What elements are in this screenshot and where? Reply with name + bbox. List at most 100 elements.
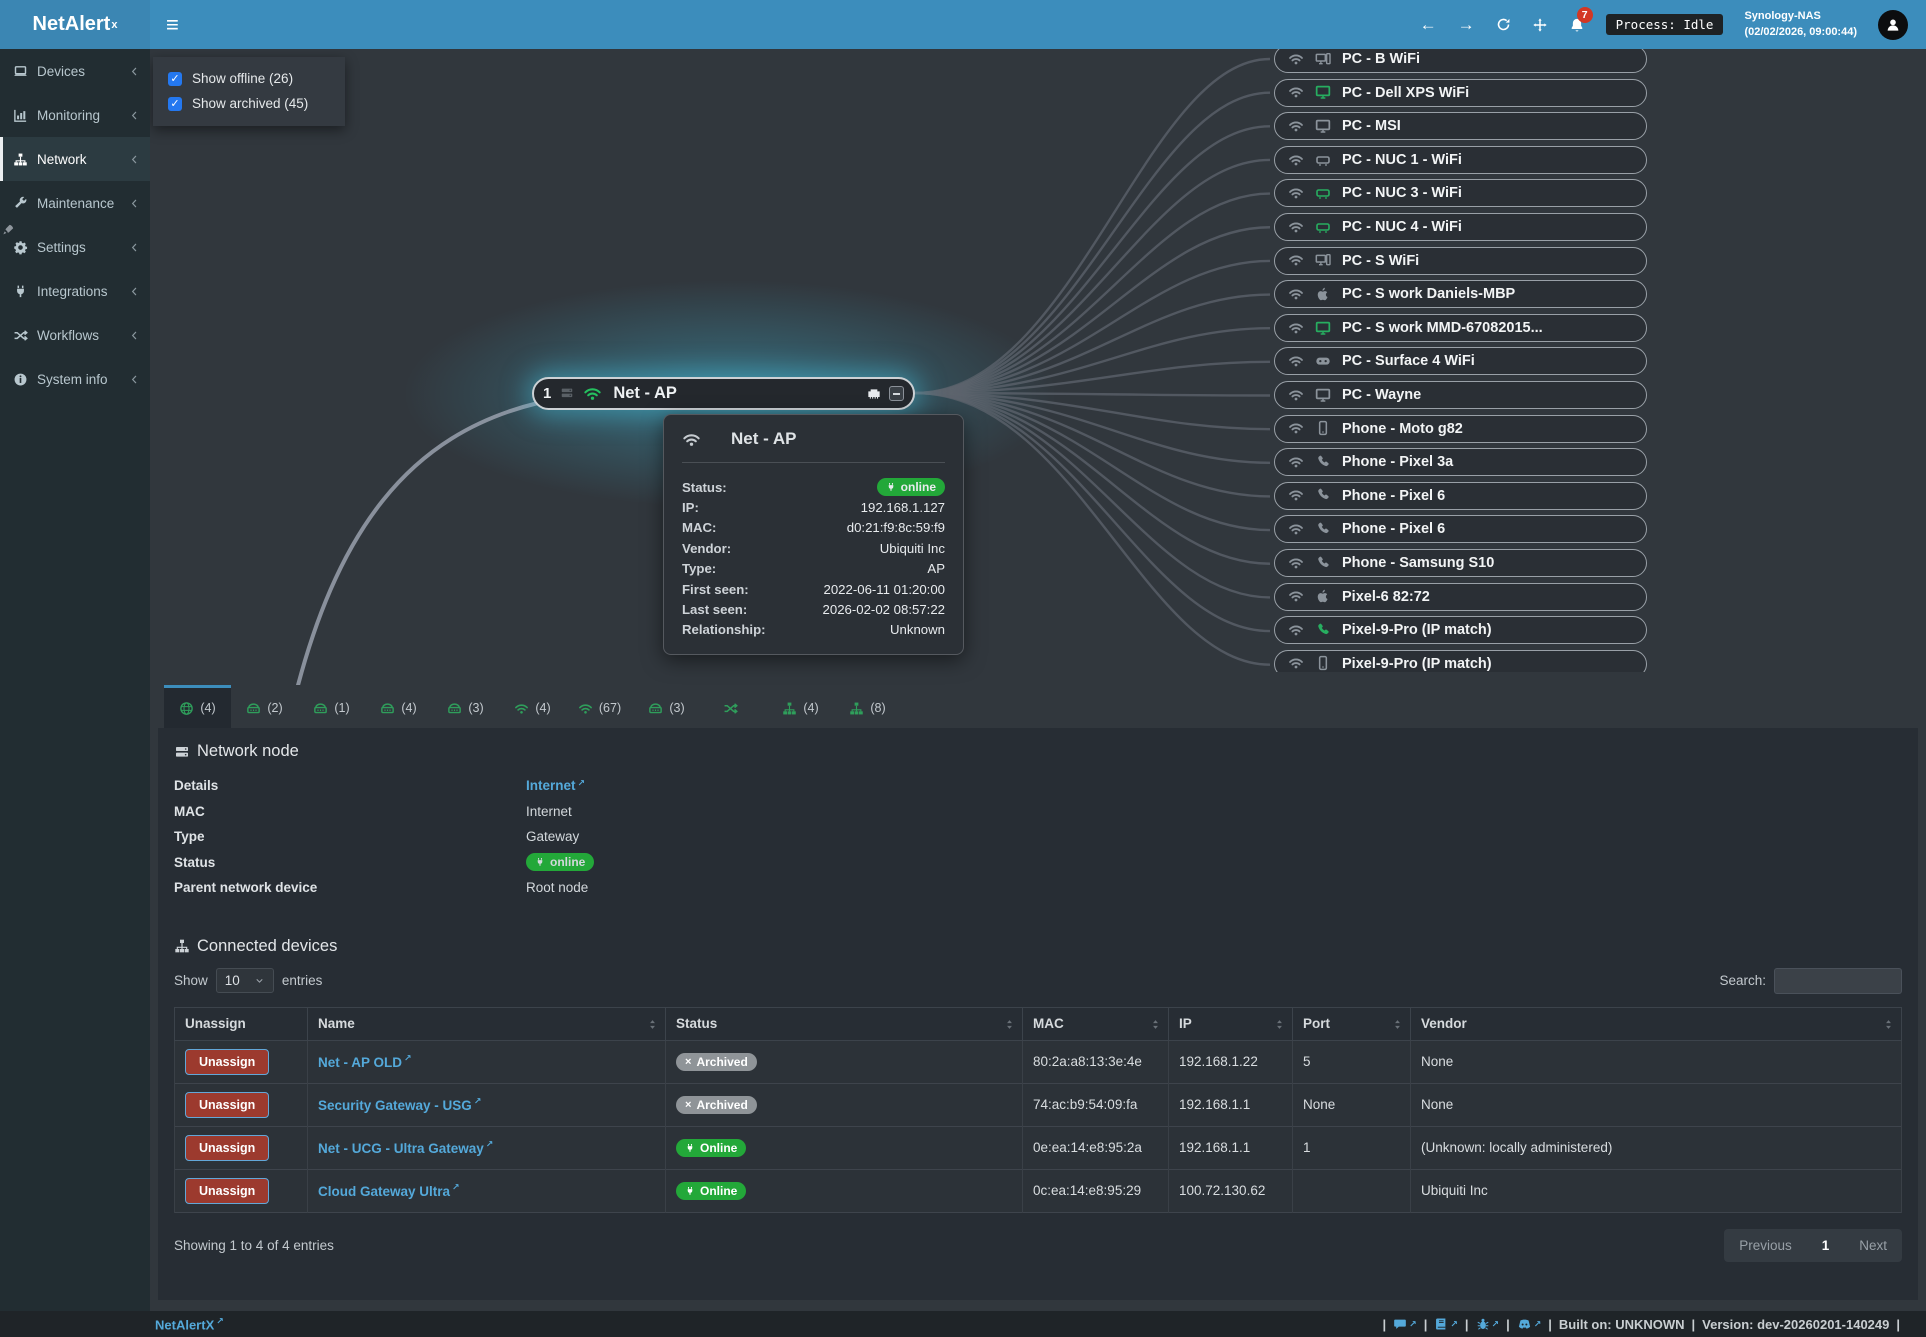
device-node[interactable]: PC - S work MMD-67082015... — [1274, 314, 1647, 342]
device-name: Phone - Samsung S10 — [1342, 555, 1494, 571]
device-node[interactable]: PC - NUC 4 - WiFi — [1274, 213, 1647, 241]
device-link[interactable]: Security Gateway - USG↗ — [318, 1098, 481, 1113]
forward-button[interactable]: → — [1458, 15, 1475, 35]
device-node[interactable]: PC - NUC 1 - WiFi — [1274, 146, 1647, 174]
online-badge: Online — [676, 1182, 746, 1200]
move-icon[interactable] — [1532, 17, 1548, 33]
node-detail-row: Status online online online↗ — [174, 850, 1902, 876]
device-link[interactable]: Net - UCG - Ultra Gateway↗ — [318, 1141, 493, 1156]
network-hw-tab[interactable]: (2) — [231, 685, 298, 728]
device-node[interactable]: Pixel-9-Pro (IP match) — [1274, 616, 1647, 644]
rocket-icon[interactable] — [2, 221, 15, 239]
network-hw-tab[interactable]: (67) — [566, 685, 633, 728]
back-button[interactable]: ← — [1420, 15, 1437, 35]
sidebar-item[interactable]: System info — [0, 357, 150, 401]
current-page[interactable]: 1 — [1807, 1229, 1845, 1262]
selected-network-node[interactable]: 1 Net - AP — [532, 377, 915, 410]
bug-report-link[interactable]: ↗ — [1476, 1317, 1500, 1331]
unassign-button[interactable]: Unassign — [185, 1049, 269, 1075]
page-size-select[interactable]: 10 — [216, 968, 274, 993]
device-node[interactable]: Phone - Pixel 3a — [1274, 448, 1647, 476]
network-hw-tab[interactable]: (8) — [834, 685, 901, 728]
device-node[interactable]: PC - NUC 3 - WiFi — [1274, 179, 1647, 207]
device-node[interactable]: Pixel-9-Pro (IP match) — [1274, 650, 1647, 672]
sidebar-item[interactable]: Network — [0, 137, 150, 181]
search-label: Search: — [1719, 973, 1766, 988]
device-type-icon — [1315, 420, 1331, 438]
sidebar-toggle-icon[interactable]: ≡ — [166, 0, 179, 49]
node-detail-row: Parent network device Root node Root nod… — [174, 875, 1902, 901]
previous-page-button[interactable]: Previous — [1724, 1229, 1807, 1262]
tooltip-row: IP: 192.168.1.127 192.168.1.127 192.168.… — [682, 497, 945, 517]
unassign-button[interactable]: Unassign — [185, 1135, 269, 1161]
show-offline-toggle[interactable]: ✓ Show offline (26) — [153, 66, 345, 91]
network-hw-tab[interactable]: (4) — [164, 685, 231, 728]
footer-brand-link[interactable]: NetAlertX↗ — [155, 1316, 224, 1332]
search-input[interactable] — [1774, 968, 1902, 994]
device-node[interactable]: PC - MSI — [1274, 112, 1647, 140]
checkbox-checked-icon[interactable]: ✓ — [168, 97, 182, 111]
device-link[interactable]: Net - AP OLD↗ — [318, 1055, 412, 1070]
device-node[interactable]: PC - S WiFi — [1274, 247, 1647, 275]
column-header[interactable]: Status — [666, 1007, 1023, 1040]
user-avatar[interactable] — [1878, 10, 1908, 40]
network-hw-tab[interactable]: (3) — [432, 685, 499, 728]
network-hw-tab[interactable]: (4) — [499, 685, 566, 728]
node-detail-row: Type Gateway Gateway Gateway↗ — [174, 824, 1902, 850]
next-page-button[interactable]: Next — [1844, 1229, 1902, 1262]
device-node[interactable]: Phone - Pixel 6 — [1274, 515, 1647, 543]
refresh-icon[interactable] — [1496, 17, 1511, 32]
network-hw-tab[interactable]: (4) — [365, 685, 432, 728]
notification-count-badge: 7 — [1577, 7, 1593, 23]
mac-cell: 0c:ea:14:e8:95:29 — [1023, 1169, 1169, 1212]
topology-edges — [150, 49, 1926, 685]
node-detail-row: Details Internet Internet Internet↗ — [174, 773, 1902, 799]
column-header[interactable]: Name — [308, 1007, 666, 1040]
wifi-icon — [1288, 588, 1304, 606]
network-hw-tab[interactable]: (4) — [767, 685, 834, 728]
device-type-icon — [1315, 386, 1331, 404]
device-link[interactable]: Cloud Gateway Ultra↗ — [318, 1184, 460, 1199]
version-info: Version: dev-20260201-140249 — [1702, 1317, 1889, 1332]
process-status: Process: Idle — [1606, 14, 1724, 35]
tab-content-panel: Network node Details Internet Internet I… — [158, 728, 1918, 1300]
device-node[interactable]: PC - Wayne — [1274, 381, 1647, 409]
sidebar-item[interactable]: Maintenance — [0, 181, 150, 225]
mac-cell: 0e:ea:14:e8:95:2a — [1023, 1126, 1169, 1169]
device-node[interactable]: Phone - Pixel 6 — [1274, 482, 1647, 510]
column-header[interactable]: Port — [1293, 1007, 1411, 1040]
network-map[interactable]: PC - B WiFi PC - Dell XPS WiFi PC - MSI … — [150, 49, 1926, 685]
device-node[interactable]: PC - Dell XPS WiFi — [1274, 79, 1647, 107]
column-header[interactable]: MAC — [1023, 1007, 1169, 1040]
collapse-node-button[interactable] — [889, 386, 904, 401]
notifications-bell-icon[interactable]: 7 — [1569, 17, 1585, 33]
unassign-button[interactable]: Unassign — [185, 1092, 269, 1118]
device-node[interactable]: PC - B WiFi — [1274, 49, 1647, 73]
main-content: PC - B WiFi PC - Dell XPS WiFi PC - MSI … — [150, 49, 1926, 1311]
network-hw-tab[interactable] — [700, 685, 767, 728]
column-header[interactable]: IP — [1169, 1007, 1293, 1040]
unassign-button[interactable]: Unassign — [185, 1178, 269, 1204]
network-hw-tab[interactable]: (1) — [298, 685, 365, 728]
device-node[interactable]: PC - Surface 4 WiFi — [1274, 347, 1647, 375]
docs-link[interactable]: ↗ — [1434, 1317, 1458, 1331]
device-node[interactable]: Phone - Moto g82 — [1274, 415, 1647, 443]
discord-link[interactable]: ↗ — [1517, 1317, 1542, 1332]
sidebar-item[interactable]: Devices — [0, 49, 150, 93]
column-header[interactable]: Unassign — [175, 1007, 308, 1040]
checkbox-checked-icon[interactable]: ✓ — [168, 72, 182, 86]
sidebar-item[interactable]: Integrations — [0, 269, 150, 313]
sidebar-item[interactable]: Settings — [0, 225, 150, 269]
network-hw-tab[interactable]: (3) — [633, 685, 700, 728]
column-header[interactable]: Vendor — [1411, 1007, 1902, 1040]
device-node[interactable]: Pixel-6 82:72 — [1274, 583, 1647, 611]
sidebar-item[interactable]: Workflows — [0, 313, 150, 357]
device-node[interactable]: PC - S work Daniels-MBP — [1274, 280, 1647, 308]
details-link[interactable]: Internet↗ — [526, 778, 585, 793]
chat-link[interactable]: ↗ — [1393, 1317, 1417, 1331]
show-archived-toggle[interactable]: ✓ Show archived (45) — [153, 91, 345, 116]
app-logo[interactable]: NetAlertx — [0, 0, 150, 49]
device-node[interactable]: Phone - Samsung S10 — [1274, 549, 1647, 577]
sidebar-item[interactable]: Monitoring — [0, 93, 150, 137]
chevron-left-icon — [129, 196, 140, 211]
